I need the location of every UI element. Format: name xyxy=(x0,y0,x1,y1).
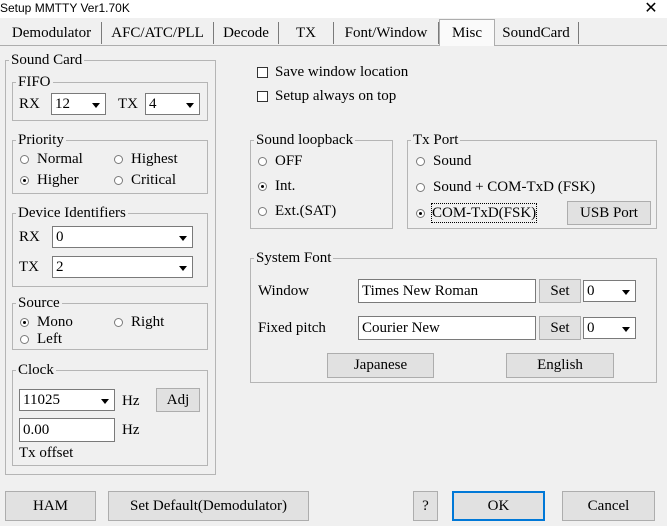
chevron-down-icon[interactable] xyxy=(182,95,198,113)
fifo-rx-label: RX xyxy=(19,96,40,112)
tab-divider xyxy=(0,45,667,46)
chevron-down-icon[interactable] xyxy=(88,95,104,113)
priority-critical-radio[interactable] xyxy=(114,176,123,185)
txport-sound-com-label: Sound + COM-TxD (FSK) xyxy=(433,179,596,195)
setup-always-on-top-label: Setup always on top xyxy=(275,88,397,104)
device-rx-value: 0 xyxy=(56,229,64,245)
tab-afc-atc-pll[interactable]: AFC/ATC/PLL xyxy=(102,22,214,44)
txport-com-txd-label: COM-TxD(FSK) xyxy=(430,203,538,223)
priority-higher-label: Higher xyxy=(37,172,79,188)
adj-button[interactable]: Adj xyxy=(156,388,200,412)
tab-soundcard[interactable]: SoundCard xyxy=(494,22,579,44)
fifo-tx-value: 4 xyxy=(149,96,157,112)
english-button[interactable]: English xyxy=(506,353,614,378)
priority-critical-label: Critical xyxy=(131,172,176,188)
title-bar: Setup MMTTY Ver1.70K ✕ xyxy=(0,0,667,18)
source-left-label: Left xyxy=(37,331,62,347)
sound-loopback-title: Sound loopback xyxy=(254,132,356,148)
source-right-radio[interactable] xyxy=(114,318,123,327)
clock-unit: Hz xyxy=(122,393,140,409)
close-icon[interactable]: ✕ xyxy=(643,0,659,18)
device-tx-value: 2 xyxy=(56,259,64,275)
txport-sound-label: Sound xyxy=(433,153,472,169)
system-font-title: System Font xyxy=(254,250,334,266)
priority-title: Priority xyxy=(16,132,66,148)
device-tx-label: TX xyxy=(19,259,39,275)
window-font-input[interactable]: Times New Roman xyxy=(358,279,536,303)
tx-offset-value: 0.00 xyxy=(23,422,50,438)
save-window-location-label: Save window location xyxy=(275,64,409,80)
usb-port-button[interactable]: USB Port xyxy=(567,201,651,225)
loopback-off-radio[interactable] xyxy=(258,157,267,166)
fifo-tx-select[interactable]: 4 xyxy=(145,93,200,115)
clock-value: 11025 xyxy=(23,392,60,408)
chevron-down-icon[interactable] xyxy=(175,228,191,246)
loopback-off-label: OFF xyxy=(275,153,303,169)
txport-com-txd-radio[interactable] xyxy=(416,209,425,218)
device-rx-label: RX xyxy=(19,229,40,245)
window-charset-select[interactable]: 0 xyxy=(583,280,636,302)
tab-demodulator[interactable]: Demodulator xyxy=(2,22,102,44)
ham-button[interactable]: HAM xyxy=(5,491,96,521)
fixed-charset-select[interactable]: 0 xyxy=(583,317,636,339)
source-left-radio[interactable] xyxy=(20,335,29,344)
tx-offset-input[interactable]: 0.00 xyxy=(19,418,115,442)
tab-misc[interactable]: Misc xyxy=(439,19,495,46)
window-font-set-button[interactable]: Set xyxy=(539,279,581,303)
clock-select[interactable]: 11025 xyxy=(19,389,115,411)
clock-title: Clock xyxy=(16,362,56,378)
fixed-font-input[interactable]: Courier New xyxy=(358,316,536,340)
txport-sound-radio[interactable] xyxy=(416,157,425,166)
device-tx-select[interactable]: 2 xyxy=(52,256,193,278)
chevron-down-icon[interactable] xyxy=(618,282,634,300)
japanese-button[interactable]: Japanese xyxy=(327,353,434,378)
source-title: Source xyxy=(16,295,62,311)
loopback-int-radio[interactable] xyxy=(258,182,267,191)
priority-higher-radio[interactable] xyxy=(20,176,29,185)
window-charset-value: 0 xyxy=(587,283,595,299)
fifo-title: FIFO xyxy=(16,74,53,90)
window-font-value: Times New Roman xyxy=(362,283,479,299)
fifo-tx-label: TX xyxy=(118,96,138,112)
tx-offset-unit: Hz xyxy=(122,422,140,438)
save-window-location-checkbox[interactable] xyxy=(257,67,268,78)
priority-normal-radio[interactable] xyxy=(20,155,29,164)
source-mono-label: Mono xyxy=(37,314,73,330)
set-default-button[interactable]: Set Default(Demodulator) xyxy=(108,491,309,521)
tx-offset-label: Tx offset xyxy=(19,445,74,461)
window-title: Setup MMTTY Ver1.70K xyxy=(0,1,130,15)
chevron-down-icon[interactable] xyxy=(97,391,113,409)
priority-highest-label: Highest xyxy=(131,151,178,167)
tx-port-title: Tx Port xyxy=(411,132,461,148)
source-right-label: Right xyxy=(131,314,165,330)
fixed-charset-value: 0 xyxy=(587,320,595,336)
fixed-font-set-button[interactable]: Set xyxy=(539,316,581,340)
ok-button[interactable]: OK xyxy=(452,491,545,521)
help-button[interactable]: ? xyxy=(413,491,438,521)
tab-font-window[interactable]: Font/Window xyxy=(334,22,439,44)
loopback-int-label: Int. xyxy=(275,178,296,194)
window-font-label: Window xyxy=(258,283,310,299)
fixed-font-label: Fixed pitch xyxy=(258,320,326,336)
chevron-down-icon[interactable] xyxy=(175,258,191,276)
txport-sound-com-radio[interactable] xyxy=(416,183,425,192)
priority-normal-label: Normal xyxy=(37,151,83,167)
priority-highest-radio[interactable] xyxy=(114,155,123,164)
fifo-rx-value: 12 xyxy=(55,96,70,112)
source-mono-radio[interactable] xyxy=(20,318,29,327)
tab-tx[interactable]: TX xyxy=(279,22,334,44)
fixed-font-value: Courier New xyxy=(362,320,440,336)
cancel-button[interactable]: Cancel xyxy=(562,491,655,521)
chevron-down-icon[interactable] xyxy=(618,319,634,337)
fifo-rx-select[interactable]: 12 xyxy=(51,93,106,115)
setup-always-on-top-checkbox[interactable] xyxy=(257,91,268,102)
tab-decode[interactable]: Decode xyxy=(214,22,279,44)
loopback-ext-label: Ext.(SAT) xyxy=(275,203,337,219)
device-identifiers-title: Device Identifiers xyxy=(16,205,128,221)
sound-card-title: Sound Card xyxy=(9,52,85,68)
device-rx-select[interactable]: 0 xyxy=(52,226,193,248)
loopback-ext-radio[interactable] xyxy=(258,207,267,216)
